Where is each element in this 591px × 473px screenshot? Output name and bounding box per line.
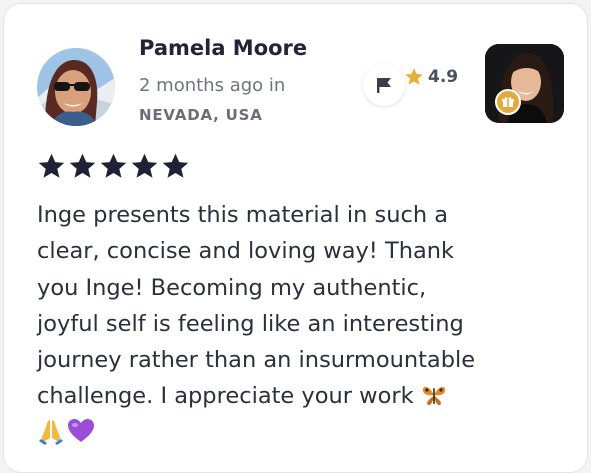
reviewer-avatar-image [37,48,115,126]
star-icon [405,68,423,85]
review-star-icon [131,153,158,178]
review-timestamp: 2 months ago in [139,75,286,96]
teacher-photo-image [485,44,564,123]
flag-icon [377,78,391,93]
reviewer-location[interactable]: NEVADA, USA [139,106,263,124]
folded-hands-emoji [39,419,63,445]
rating-value: 4.9 [428,67,459,87]
review-star-icon [162,153,189,178]
gift-icon [502,97,514,107]
teacher-badge [495,89,521,115]
report-button[interactable] [363,64,405,106]
reviewer-name[interactable]: Pamela Moore [139,36,307,60]
review-body: Inge presents this material in such a cl… [37,197,489,445]
review-star-icon [100,153,127,178]
review-star-icon [38,153,65,178]
butterfly-emoji [422,387,445,406]
purple-heart-emoji [68,418,94,442]
emoji-row [37,417,489,445]
teacher-rating: 4.9 [404,64,458,90]
reviewer-avatar[interactable] [37,48,115,126]
review-text: Inge presents this material in such a cl… [37,202,476,410]
review-card: Pamela Moore 2 months ago in NEVADA, USA… [3,3,588,473]
teacher-photo[interactable] [485,44,564,123]
review-star-icon [69,153,96,178]
review-star-rating [37,152,190,181]
